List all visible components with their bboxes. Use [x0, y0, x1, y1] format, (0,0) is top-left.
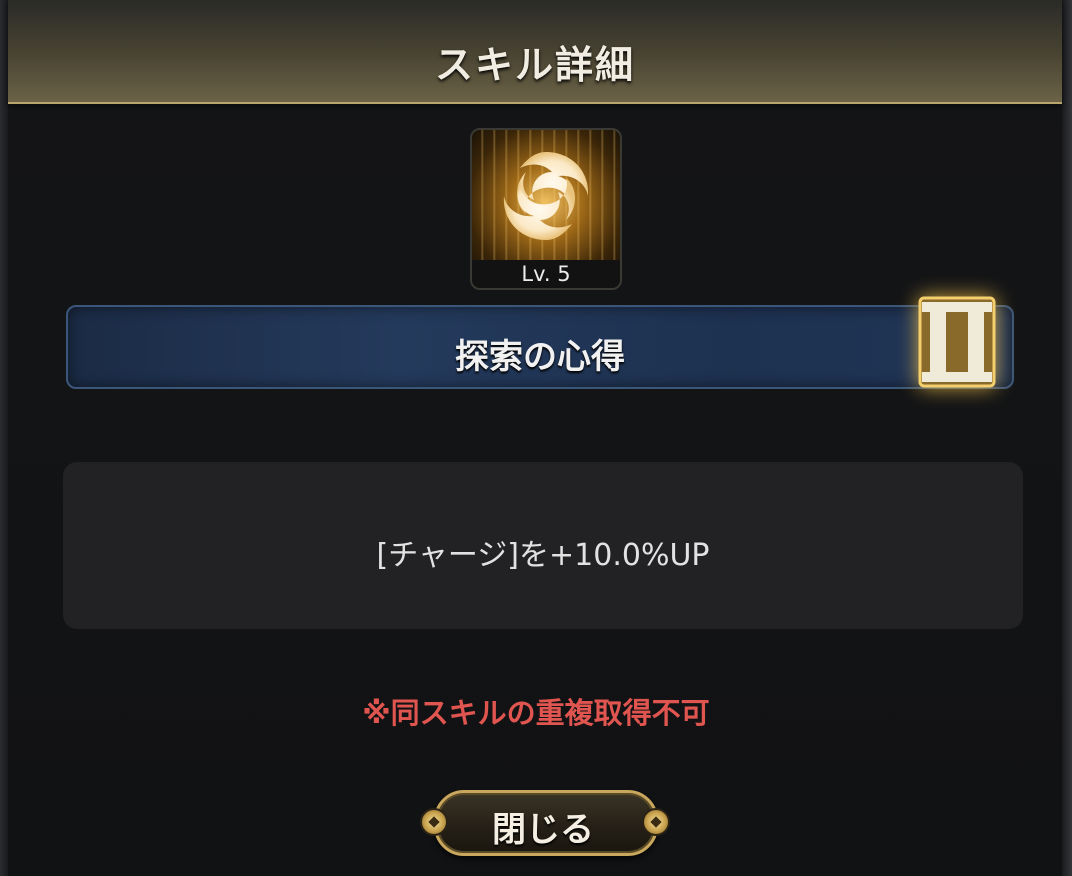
dialog-title: スキル詳細 — [434, 43, 635, 87]
close-button[interactable]: 閉じる — [420, 788, 670, 856]
dialog-right-edge — [1062, 0, 1072, 876]
close-button-label[interactable]: 閉じる — [434, 802, 652, 851]
rank-badge: II — [918, 296, 996, 388]
dialog-header: スキル詳細 — [8, 0, 1062, 104]
skill-description: [チャージ]を+10.0%UP — [376, 538, 710, 573]
dialog-left-edge — [0, 0, 8, 876]
duplicate-warning: ※同スキルの重複取得不可 — [362, 696, 710, 730]
skill-icon-frame: Lv. 5 — [470, 128, 622, 290]
skill-description-panel: [チャージ]を+10.0%UP — [63, 462, 1023, 629]
skill-level-label: Lv. 5 — [472, 260, 620, 288]
skill-name: 探索の心得 — [455, 337, 625, 377]
skill-name-bar: 探索の心得 — [66, 305, 1014, 389]
skill-detail-dialog: スキル詳細 Lv. 5 探索の心得 [チャージ]を+10.0%UP ※同スキルの… — [0, 0, 1072, 876]
swirl-icon — [472, 130, 620, 262]
